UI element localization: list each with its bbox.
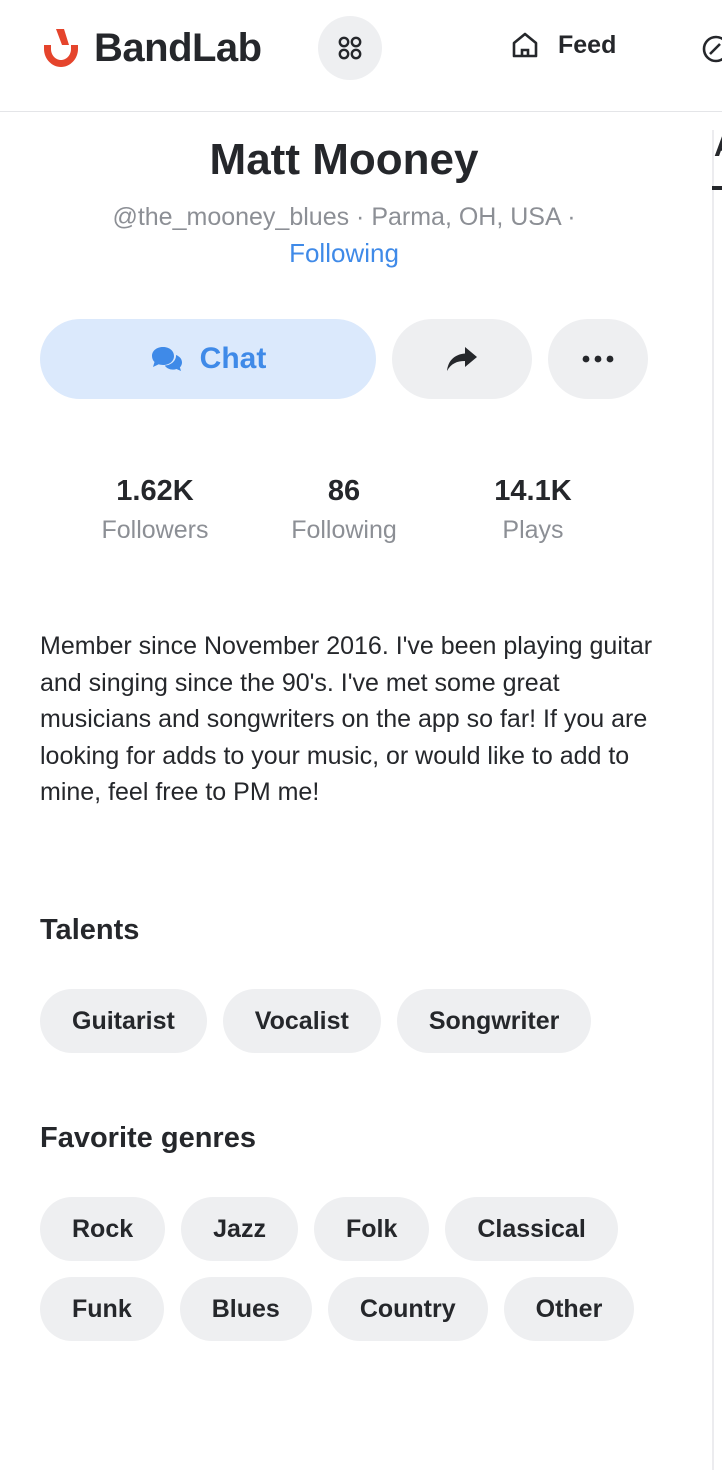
profile-handle-location: @the_mooney_blues · Parma, OH, USA · [112, 203, 576, 231]
chat-button-label: Chat [199, 342, 267, 375]
talent-chip[interactable]: Vocalist [222, 989, 381, 1053]
stat-label: Plays [502, 516, 564, 544]
stat-value: 86 [327, 475, 361, 507]
top-navigation-bar: BandLab Feed [0, 0, 722, 112]
stat-label: Followers [101, 516, 209, 544]
nav-feed-link[interactable]: Feed [510, 30, 616, 60]
nav-feed-label: Feed [558, 30, 617, 59]
apps-grid-icon [338, 36, 362, 60]
genre-chip[interactable]: Country [327, 1277, 488, 1341]
bandlab-logo[interactable]: BandLab [38, 24, 262, 72]
profile-bio: Member since November 2016. I've been pl… [40, 632, 653, 806]
stat-label: Following [291, 516, 397, 544]
genre-chip[interactable]: Rock [40, 1197, 166, 1261]
following-status-link[interactable]: Following [0, 236, 688, 270]
share-arrow-icon [447, 347, 477, 371]
stat-value: 1.62K [116, 475, 194, 507]
genres-heading: Favorite genres [40, 1122, 256, 1154]
home-icon [512, 32, 538, 58]
genre-chip[interactable]: Classical [445, 1197, 618, 1261]
adjacent-tab-indicator [712, 186, 722, 190]
talents-list: Guitarist Vocalist Songwriter [40, 989, 680, 1053]
stat-followers[interactable]: 1.62K Followers [60, 472, 250, 550]
apps-menu-button[interactable] [318, 16, 382, 80]
share-button[interactable] [392, 319, 532, 399]
explore-icon[interactable] [700, 34, 722, 64]
bandlab-logo-icon [44, 29, 78, 67]
stat-plays: 14.1K Plays [438, 472, 628, 550]
chat-bubbles-icon [151, 347, 182, 371]
profile-name: Matt Mooney [209, 135, 479, 184]
genre-chip[interactable]: Funk [40, 1277, 164, 1341]
genres-list: Rock Jazz Folk Classical Funk Blues Coun… [40, 1197, 640, 1341]
genre-chip[interactable]: Folk [313, 1197, 430, 1261]
more-dots-icon [582, 355, 614, 363]
stat-value: 14.1K [494, 475, 572, 507]
more-options-button[interactable] [548, 319, 648, 399]
genre-chip[interactable]: Blues [179, 1277, 312, 1341]
stat-following[interactable]: 86 Following [249, 472, 439, 550]
chat-button[interactable]: Chat [40, 319, 376, 399]
talent-chip[interactable]: Songwriter [396, 989, 592, 1053]
adjacent-panel-edge: A [712, 130, 722, 1470]
adjacent-tab-label[interactable]: A [714, 130, 722, 164]
genre-chip[interactable]: Jazz [181, 1197, 298, 1261]
brand-name: BandLab [94, 26, 262, 70]
talent-chip[interactable]: Guitarist [40, 989, 207, 1053]
talents-heading: Talents [40, 914, 140, 946]
genre-chip[interactable]: Other [503, 1277, 635, 1341]
